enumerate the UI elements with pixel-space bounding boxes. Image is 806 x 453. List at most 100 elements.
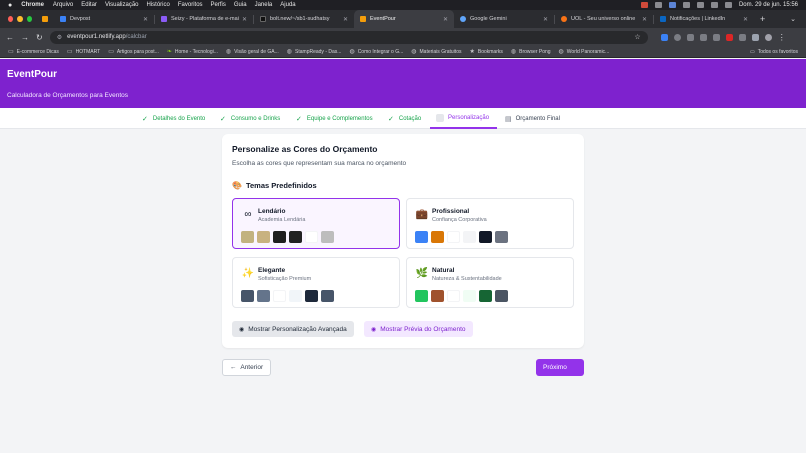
- status-app-icon[interactable]: [682, 2, 690, 8]
- bookmark-item[interactable]: ★ Bookmarks: [469, 48, 503, 56]
- globe-icon: ◍: [558, 49, 564, 55]
- bookmarks-bar: ▭ E-commerce Dicas ▭ HOTMART ▭ Artigos para…: [0, 46, 806, 58]
- menubar-item-editar[interactable]: Editar: [81, 2, 97, 8]
- bookmark-item[interactable]: ▭ E-commerce Dicas: [8, 48, 59, 56]
- extension-icon[interactable]: [686, 33, 694, 41]
- tab-bolt[interactable]: bolt.new/~/sb1-sudhatsy ✕: [254, 10, 354, 28]
- theme-card-natural[interactable]: 🌿 Natural Natureza & Sustentabilidade: [406, 257, 574, 308]
- show-preview-label: Mostrar Prévia do Orçamento: [380, 325, 466, 333]
- bookmark-item[interactable]: ◍ Browser Pong: [511, 48, 551, 56]
- step-orcamento-final[interactable]: ▤ Orçamento Final: [505, 108, 560, 129]
- status-app-icon[interactable]: [654, 2, 662, 8]
- tab-eventpour[interactable]: EventPour ✕: [354, 10, 454, 28]
- close-tab-icon[interactable]: ✕: [242, 16, 247, 23]
- all-bookmarks-button[interactable]: ▭ Todos os favoritos: [750, 49, 798, 55]
- close-tab-icon[interactable]: ✕: [343, 16, 348, 23]
- extension-icon[interactable]: [660, 33, 668, 41]
- extensions-puzzle-icon[interactable]: [738, 33, 746, 41]
- previous-button[interactable]: ← Anterior: [222, 359, 271, 376]
- profile-avatar-icon[interactable]: [764, 33, 772, 41]
- menubar-item-arquivo[interactable]: Arquivo: [53, 2, 73, 8]
- wifi-icon[interactable]: [710, 2, 718, 8]
- extension-icon[interactable]: [725, 33, 733, 41]
- close-tab-icon[interactable]: ✕: [642, 16, 647, 23]
- app-brand[interactable]: EventPour: [7, 69, 799, 80]
- bookmark-item[interactable]: ◍ Como Integrar o G...: [349, 48, 403, 56]
- tab-devpost[interactable]: Devpost ✕: [54, 10, 154, 28]
- minimize-window-button[interactable]: [17, 16, 23, 22]
- show-preview-button[interactable]: ◉ Mostrar Prévia do Orçamento: [364, 321, 473, 337]
- step-equipe[interactable]: ✓ Equipe e Complementos: [296, 108, 373, 129]
- forward-arrow-icon[interactable]: →: [21, 33, 29, 42]
- step-cotacao[interactable]: ✓ Cotação: [388, 108, 421, 129]
- site-info-icon[interactable]: ⚙: [57, 34, 62, 41]
- globe-icon: ◍: [225, 49, 232, 55]
- status-app-icon[interactable]: [640, 2, 648, 8]
- close-tab-icon[interactable]: ✕: [143, 16, 148, 23]
- bluetooth-icon[interactable]: [696, 2, 704, 8]
- menubar-item-favoritos[interactable]: Favoritos: [178, 2, 203, 8]
- menubar-app-name[interactable]: Chrome: [21, 2, 44, 8]
- bookmark-item[interactable]: ◍ World Panoramic...: [558, 48, 610, 56]
- color-swatch: [479, 231, 492, 243]
- tab-gemini[interactable]: Google Gemini ✕: [454, 10, 554, 28]
- new-tab-plus-icon[interactable]: +: [754, 14, 771, 24]
- bookmark-item[interactable]: ▭ HOTMART: [67, 48, 100, 56]
- back-arrow-icon[interactable]: ←: [6, 33, 14, 42]
- menubar-item-perfis[interactable]: Perfis: [211, 2, 226, 8]
- menubar-item-historico[interactable]: Histórico: [147, 2, 170, 8]
- bookmark-item[interactable]: ❧ Home - Tecnologi...: [167, 48, 218, 56]
- bookmark-label: Bookmarks: [477, 48, 503, 55]
- theme-card-elegante[interactable]: ✨ Elegante Sofisticação Premium: [232, 257, 400, 308]
- bookmark-label: Artigos para post...: [116, 48, 159, 55]
- next-button[interactable]: Próximo: [536, 359, 584, 376]
- extension-icon[interactable]: [699, 33, 707, 41]
- color-swatch: [463, 290, 476, 302]
- close-window-button[interactable]: [8, 16, 14, 22]
- bookmark-item[interactable]: ◍ StampReady - Das...: [287, 48, 342, 56]
- briefcase-icon: 💼: [415, 209, 429, 220]
- tab-search-chevron-icon[interactable]: ⌄: [790, 15, 806, 23]
- step-consumo[interactable]: ✓ Consumo e Drinks: [220, 108, 280, 129]
- close-tab-icon[interactable]: ✕: [443, 16, 448, 23]
- tab-linkedin[interactable]: Notificações | LinkedIn ✕: [654, 10, 754, 28]
- globe-icon: ◍: [411, 49, 417, 55]
- close-tab-icon[interactable]: ✕: [543, 16, 548, 23]
- pinned-tab[interactable]: [40, 10, 54, 28]
- menubar-item-ajuda[interactable]: Ajuda: [280, 2, 295, 8]
- tab-seizy[interactable]: Seizy - Plataforma de e-mail ✕: [155, 10, 253, 28]
- bookmark-label: World Panoramic...: [566, 48, 610, 55]
- menubar-item-visualizacao[interactable]: Visualização: [105, 2, 139, 8]
- more-menu-icon[interactable]: ⋮: [778, 33, 786, 42]
- search-icon[interactable]: [724, 2, 732, 8]
- theme-card-lendario[interactable]: ∞ Lendário Academia Lendária: [232, 198, 400, 249]
- tab-uol[interactable]: UOL - Seu universo online ✕: [555, 10, 653, 28]
- color-swatch: [495, 290, 508, 302]
- apple-menu-icon[interactable]: ●: [8, 2, 12, 9]
- step-detalhes[interactable]: ✓ Detalhes do Evento: [142, 108, 205, 129]
- bookmark-star-icon[interactable]: ☆: [634, 33, 640, 41]
- folder-icon: ▭: [108, 49, 114, 55]
- step-personalizacao[interactable]: Personalização: [430, 108, 498, 129]
- reload-icon[interactable]: ↻: [36, 33, 43, 42]
- menubar-item-janela[interactable]: Janela: [255, 2, 273, 8]
- bookmark-item[interactable]: ◍ Materiais Gratuitos: [411, 48, 461, 56]
- tab-label: Google Gemini: [470, 16, 507, 22]
- zoom-window-button[interactable]: [26, 16, 32, 22]
- extension-icon[interactable]: [673, 33, 681, 41]
- theme-subtitle: Sofisticação Premium: [258, 276, 312, 282]
- show-advanced-button[interactable]: ◉ Mostrar Personalização Avançada: [232, 321, 354, 337]
- menubar-clock[interactable]: Dom. 29 de jun. 15:56: [739, 2, 798, 8]
- color-swatch: [321, 290, 334, 302]
- extension-icon[interactable]: [712, 33, 720, 41]
- status-app-icon[interactable]: [668, 2, 676, 8]
- close-tab-icon[interactable]: ✕: [743, 16, 748, 23]
- theme-card-profissional[interactable]: 💼 Profissional Confiança Corporativa: [406, 198, 574, 249]
- theme-name: Profissional: [432, 208, 470, 215]
- menubar-item-guia[interactable]: Guia: [234, 2, 247, 8]
- bookmark-item[interactable]: ▭ Artigos para post...: [108, 48, 159, 56]
- bookmark-item[interactable]: ◍ Visão geral de GA...: [225, 48, 279, 56]
- split-view-icon[interactable]: [751, 33, 759, 41]
- step-label: Consumo e Drinks: [230, 115, 281, 122]
- address-bar[interactable]: ⚙ eventpour1.netlify.app /calcbar ☆: [49, 30, 648, 44]
